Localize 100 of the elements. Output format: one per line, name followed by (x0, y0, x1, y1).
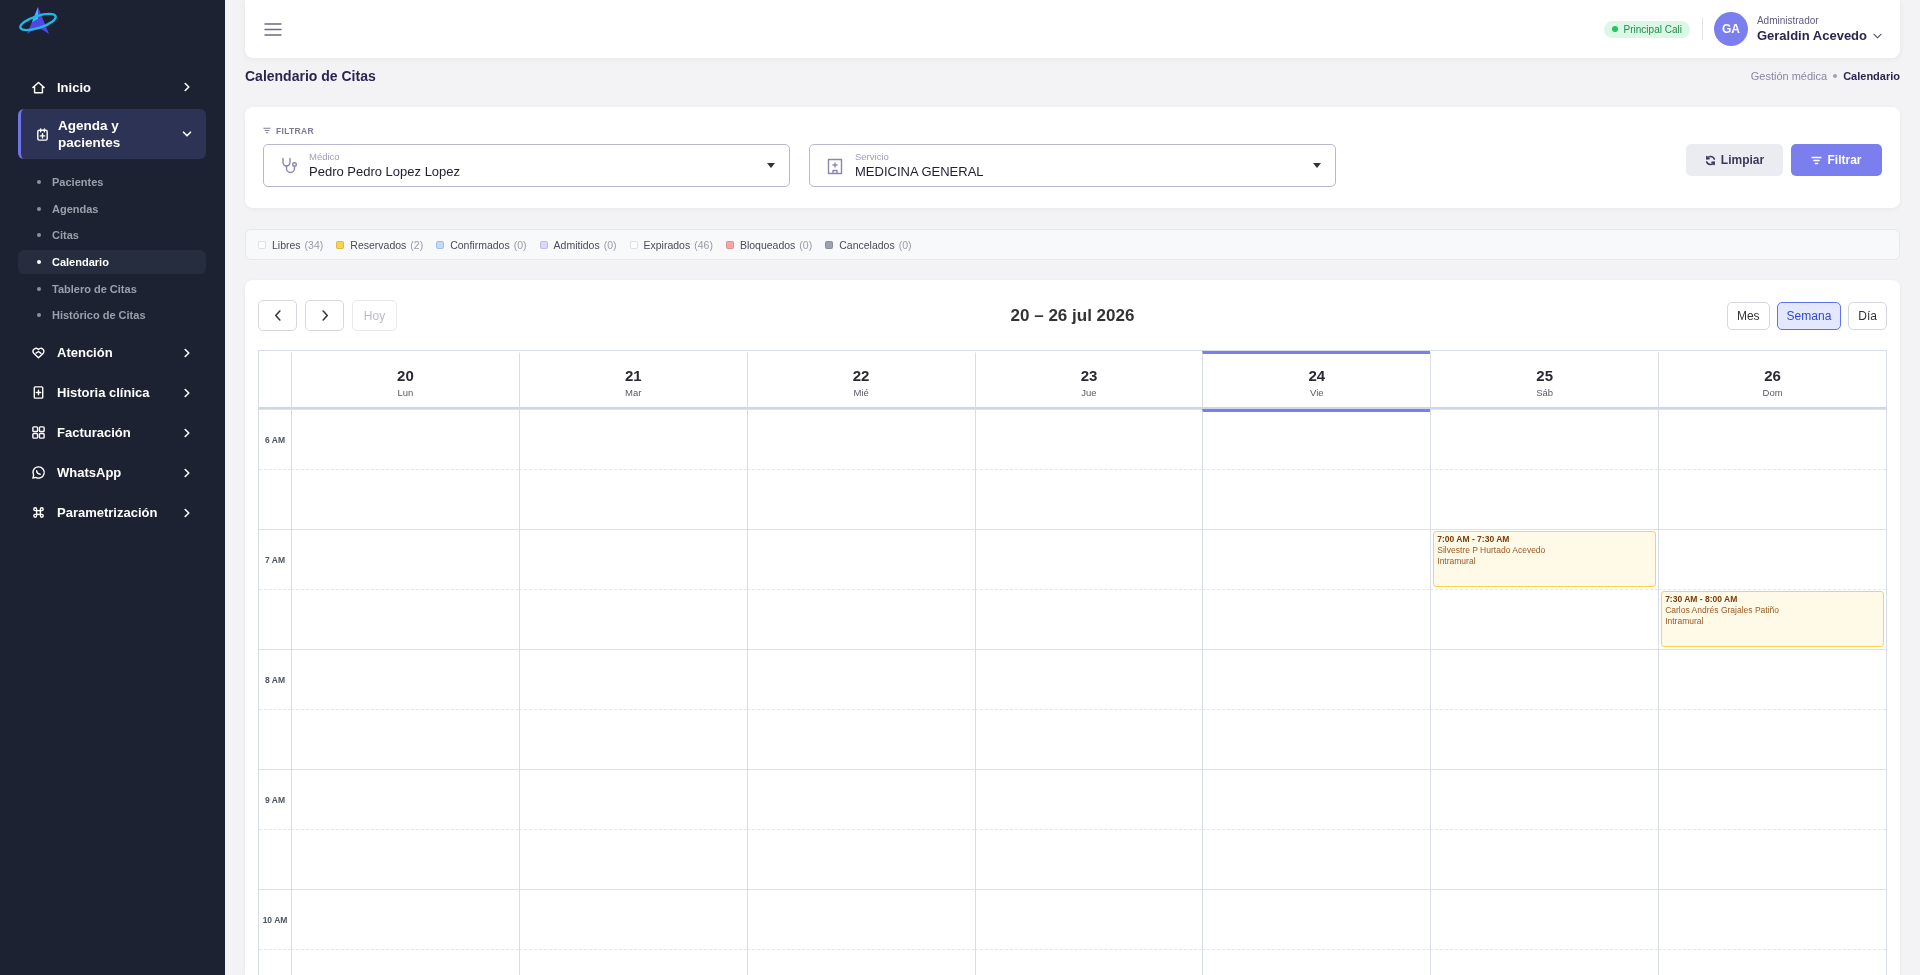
bullet-icon (37, 313, 41, 318)
day-number: 20 (397, 367, 414, 385)
submenu-item[interactable]: Tablero de Citas (18, 275, 206, 302)
select-field[interactable]: Médico Pedro Pedro Lopez Lopez (263, 144, 790, 187)
legend-count: (34) (304, 238, 324, 251)
book-icon (31, 385, 46, 401)
day-name: Sáb (1536, 387, 1554, 398)
patient-name: Silvestre P Hurtado Acevedo (1437, 545, 1546, 556)
stethoscope-icon (280, 156, 298, 175)
chevron-down-icon[interactable] (1873, 32, 1882, 39)
separator-dot-icon (1833, 74, 1838, 78)
chevron-right-icon (320, 310, 329, 321)
grid-icon (31, 425, 46, 441)
nav-item[interactable]: Parametrización (18, 492, 206, 533)
chevron-right-icon (182, 507, 192, 518)
legend-count: (0) (898, 238, 912, 251)
day-number: 24 (1308, 367, 1326, 385)
hospital-icon (826, 156, 844, 175)
day-name: Jue (1081, 387, 1097, 398)
logo-icon[interactable] (18, 6, 58, 36)
legend-label: Bloqueados (739, 238, 796, 251)
bullet-icon (37, 206, 41, 211)
appointment-time: 7:00 AM - 7:30 AM (1437, 534, 1510, 545)
status-dot-icon (1611, 26, 1618, 32)
nav-item[interactable]: WhatsApp (18, 452, 206, 493)
legend-label: Admitidos (553, 238, 600, 251)
day-name: Lun (397, 387, 414, 398)
day-number: 22 (852, 367, 870, 385)
view-tab[interactable]: Semana (1776, 301, 1842, 330)
filter-icon (263, 127, 271, 134)
submenu-item[interactable]: Agendas (18, 195, 206, 223)
bullet-icon (37, 286, 41, 291)
user-name[interactable]: Geraldin Acevedo (1756, 26, 1867, 45)
nav-item[interactable]: Agenda y pacientes (18, 109, 206, 159)
chevron-right-icon (182, 347, 192, 358)
submenu-item[interactable]: Histórico de Citas (18, 301, 206, 329)
nav-item[interactable]: Historia clínica (18, 372, 206, 413)
view-tab[interactable]: Mes (1726, 301, 1770, 330)
chat-bubble-icon (31, 465, 46, 481)
user-role: Administrador (1756, 13, 1820, 27)
submenu-item[interactable]: Citas (18, 222, 206, 249)
time-label: 8 AM (265, 674, 285, 685)
chevron-right-icon (182, 387, 192, 398)
day-number: 21 (624, 367, 642, 385)
day-number: 25 (1536, 367, 1554, 385)
view-tab[interactable]: Día (1848, 301, 1887, 330)
refresh-icon (1704, 154, 1716, 166)
day-name: Mar (625, 387, 642, 398)
appointment-type: Intramural (1665, 616, 1704, 627)
nav-item[interactable]: Inicio (18, 67, 206, 107)
calendar-title: 20 – 26 jul 2026 (1010, 305, 1135, 326)
chevron-right-icon (182, 467, 192, 478)
time-label: 9 AM (265, 794, 285, 805)
breadcrumb-current: Calendario (1843, 70, 1900, 82)
legend-label: Cancelados (839, 238, 895, 251)
time-label: 7 AM (265, 554, 285, 565)
chevron-down-icon (182, 129, 192, 139)
day-name: Dom (1762, 387, 1783, 398)
submenu-item[interactable]: Pacientes (18, 169, 206, 196)
time-label: 6 AM (265, 434, 285, 445)
bullet-icon (37, 233, 41, 238)
legend-label: Expirados (643, 238, 691, 251)
appointment-card[interactable]: 7:00 AM - 7:30 AM Silvestre P Hurtado Acevedo Intramural (1433, 531, 1657, 587)
heart-icon (31, 345, 46, 361)
legend-count: (0) (603, 238, 617, 251)
chevron-left-icon (273, 310, 282, 321)
branch-label: Principal Cali (1623, 23, 1682, 35)
menu-icon[interactable] (264, 22, 282, 36)
filter-icon (1811, 154, 1823, 166)
appointment-time: 7:30 AM - 8:00 AM (1665, 594, 1738, 605)
legend-label: Confirmados (450, 238, 510, 251)
day-number: 23 (1080, 367, 1098, 385)
nav-item[interactable]: Facturación (18, 412, 206, 453)
caret-down-icon (767, 163, 775, 168)
legend-count: (0) (799, 238, 813, 251)
appointment-card[interactable]: 7:30 AM - 8:00 AM Carlos Andrés Grajales Patiño Intramural (1661, 591, 1884, 647)
chevron-right-icon (182, 82, 192, 92)
chevron-right-icon (182, 427, 192, 438)
appointment-type: Intramural (1437, 556, 1476, 567)
submenu-item[interactable]: Calendario (18, 249, 206, 274)
legend-count: (46) (694, 238, 713, 251)
time-label: 10 AM (262, 914, 288, 925)
legend-count: (2) (410, 238, 424, 251)
day-number: 26 (1764, 367, 1781, 385)
select-field[interactable]: Servicio MEDICINA GENERAL (809, 144, 1336, 187)
day-name: Mié (853, 387, 869, 398)
legend-count: (0) (513, 238, 527, 251)
day-name: Vie (1310, 387, 1324, 398)
page-title: Calendario de Citas (245, 68, 376, 84)
nav-item[interactable]: Atención (18, 332, 206, 373)
filter-title: FILTRAR (276, 125, 314, 136)
caret-down-icon (1313, 163, 1321, 168)
home-icon (31, 79, 46, 95)
command-icon (31, 505, 46, 521)
clear-button[interactable]: Limpiar (1686, 144, 1783, 176)
legend-label: Libres (272, 238, 301, 251)
bullet-icon (37, 259, 41, 264)
clipboard-icon (35, 126, 50, 142)
legend-label: Reservados (350, 238, 407, 251)
patient-name: Carlos Andrés Grajales Patiño (1665, 605, 1779, 616)
